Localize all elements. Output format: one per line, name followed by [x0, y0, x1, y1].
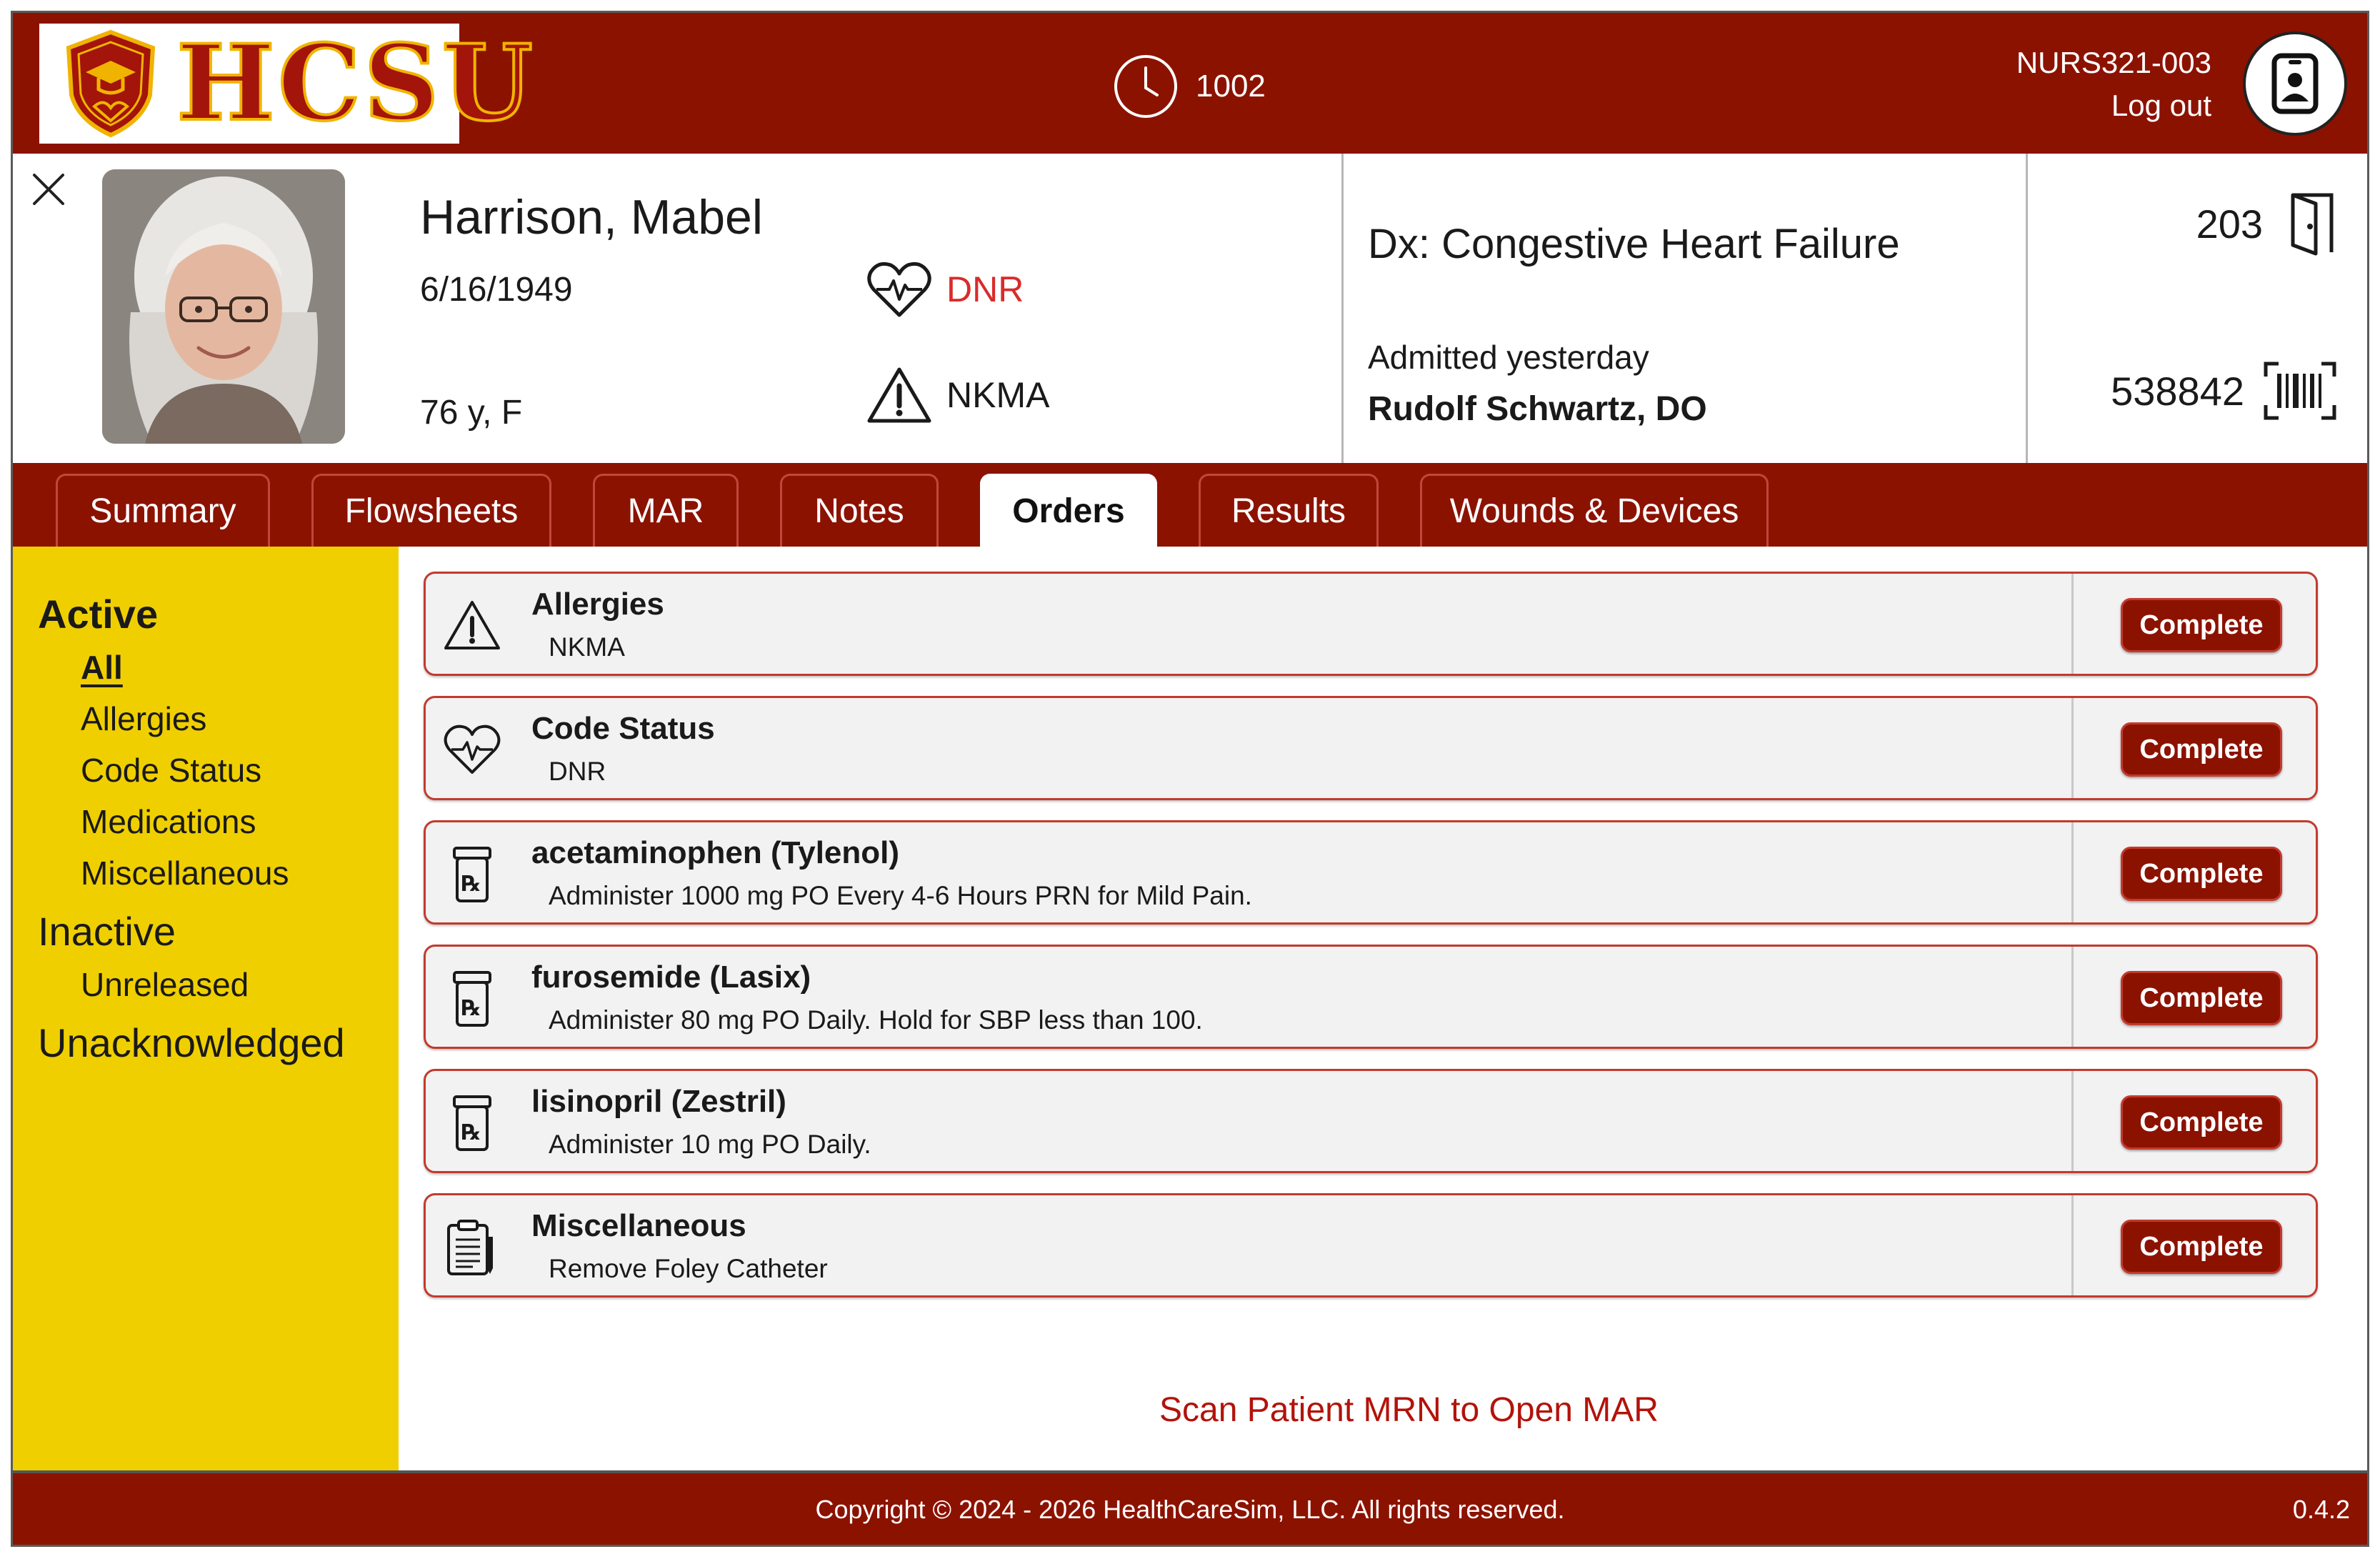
order-detail: Remove Foley Catheter [549, 1254, 828, 1283]
svg-text:℞: ℞ [461, 1120, 481, 1145]
order-card: Miscellaneous Remove Foley Catheter Comp… [424, 1193, 2318, 1297]
order-detail: Administer 10 mg PO Daily. [549, 1130, 871, 1159]
heart-pulse-icon [867, 262, 931, 317]
order-title: lisinopril (Zestril) [531, 1084, 786, 1119]
nav-item-unreleased[interactable]: Unreleased [81, 965, 249, 1004]
order-title: acetaminophen (Tylenol) [531, 835, 900, 870]
allergy-status-text: NKMA [946, 375, 1050, 415]
badge-scan-button[interactable] [2243, 31, 2347, 136]
attending-provider: Rudolf Schwartz, DO [1368, 390, 1707, 428]
divider [2071, 574, 2074, 674]
order-detail: NKMA [549, 632, 625, 662]
tab-flowsheets[interactable]: Flowsheets [311, 474, 551, 547]
footer: Copyright © 2024 - 2026 HealthCareSim, L… [13, 1470, 2367, 1545]
complete-button[interactable]: Complete [2121, 722, 2282, 777]
complete-button[interactable]: Complete [2121, 847, 2282, 901]
tab-results[interactable]: Results [1199, 474, 1379, 547]
complete-button[interactable]: Complete [2121, 598, 2282, 652]
patient-name: Harrison, Mabel [420, 190, 763, 244]
order-detail: DNR [549, 757, 606, 786]
user-course: NURS321-003 [2016, 46, 2211, 79]
admission-info: Admitted yesterday [1368, 339, 1649, 376]
code-status-indicator: DNR [866, 259, 1024, 319]
barcode-icon [2264, 362, 2336, 420]
tab-bar: Summary Flowsheets MAR Notes Orders Resu… [13, 463, 2367, 547]
logo: HCSU [39, 24, 534, 144]
divider [2071, 822, 2074, 922]
prescription-bottle-icon: ℞ [453, 971, 491, 1027]
warning-icon [867, 367, 931, 423]
clipboard-icon [447, 1220, 493, 1275]
complete-button[interactable]: Complete [2121, 971, 2282, 1025]
nav-item-all[interactable]: All [81, 648, 123, 687]
divider [2071, 1071, 2074, 1171]
user-block: NURS321-003 Log out [2016, 41, 2211, 127]
logout-link[interactable]: Log out [2016, 84, 2211, 127]
mrn-text: 538842 [2111, 368, 2244, 414]
order-card: ℞ acetaminophen (Tylenol) Administer 100… [424, 820, 2318, 925]
patient-age-sex: 76 y, F [420, 394, 523, 432]
copyright-text: Copyright © 2024 - 2026 HealthCareSim, L… [815, 1495, 1565, 1524]
prescription-bottle-icon: ℞ [453, 1095, 491, 1151]
door-icon [2291, 193, 2334, 256]
patient-photo [102, 169, 345, 444]
allergy-indicator: NKMA [866, 366, 1049, 424]
nav-item-code-status[interactable]: Code Status [81, 751, 261, 790]
order-card: ℞ lisinopril (Zestril) Administer 10 mg … [424, 1069, 2318, 1173]
close-icon[interactable] [30, 171, 67, 208]
order-title: Allergies [531, 587, 664, 622]
nav-inactive-header[interactable]: Inactive [38, 908, 176, 955]
scan-mrn-message: Scan Patient MRN to Open MAR [1159, 1391, 1659, 1429]
patient-banner: Harrison, Mabel 6/16/1949 76 y, F DNR NK… [13, 154, 2367, 463]
tab-wounds-devices[interactable]: Wounds & Devices [1420, 474, 1769, 547]
app-window: HCSU 1002 NURS321-003 Log out Harrison, … [11, 11, 2369, 1547]
version-text: 0.4.2 [2292, 1495, 2350, 1524]
svg-text:℞: ℞ [461, 996, 481, 1021]
prescription-bottle-icon: ℞ [453, 847, 491, 902]
patient-dob: 6/16/1949 [420, 271, 573, 309]
complete-button[interactable]: Complete [2121, 1220, 2282, 1274]
mrn: 538842 [2111, 361, 2337, 421]
nav-item-miscellaneous[interactable]: Miscellaneous [81, 854, 289, 892]
order-card: Allergies NKMA Complete [424, 572, 2318, 676]
divider [2071, 947, 2074, 1047]
tab-summary[interactable]: Summary [56, 474, 270, 547]
logo-text: HCSU [175, 22, 536, 144]
orders-filter-nav: Active All Allergies Code Status Medicat… [13, 547, 399, 1475]
tab-orders[interactable]: Orders [980, 474, 1157, 547]
order-title: Code Status [531, 711, 715, 746]
room-number-text: 203 [2196, 201, 2263, 246]
order-title: furosemide (Lasix) [531, 960, 811, 995]
nav-unacknowledged[interactable]: Unacknowledged [38, 1020, 345, 1066]
diagnosis: Dx: Congestive Heart Failure [1368, 221, 1900, 267]
nav-item-allergies[interactable]: Allergies [81, 699, 206, 738]
nav-active-header[interactable]: Active [38, 591, 158, 637]
complete-button[interactable]: Complete [2121, 1095, 2282, 1150]
divider [2026, 154, 2028, 463]
tab-notes[interactable]: Notes [780, 474, 939, 547]
tab-mar[interactable]: MAR [593, 474, 739, 547]
divider [1341, 154, 1344, 463]
divider [2071, 698, 2074, 798]
patient-portrait [102, 169, 345, 444]
code-status-text: DNR [946, 269, 1024, 309]
clock-icon [1114, 55, 1177, 118]
svg-text:℞: ℞ [461, 872, 481, 897]
order-detail: Administer 1000 mg PO Every 4-6 Hours PR… [549, 881, 1252, 910]
order-title: Miscellaneous [531, 1208, 746, 1243]
order-card: Code Status DNR Complete [424, 696, 2318, 800]
order-detail: Administer 80 mg PO Daily. Hold for SBP … [549, 1005, 1203, 1035]
shield-logo-icon [66, 29, 156, 138]
divider [2071, 1195, 2074, 1295]
order-card: ℞ furosemide (Lasix) Administer 80 mg PO… [424, 945, 2318, 1049]
clock-indicator: 1002 [1113, 52, 1266, 121]
nav-item-medications[interactable]: Medications [81, 802, 256, 841]
heart-pulse-icon [444, 724, 501, 774]
room-number: 203 [2196, 191, 2337, 256]
warning-icon [444, 601, 500, 649]
id-badge-icon [2271, 53, 2319, 114]
clock-value: 1002 [1196, 69, 1266, 104]
top-bar: HCSU 1002 NURS321-003 Log out [13, 13, 2367, 154]
